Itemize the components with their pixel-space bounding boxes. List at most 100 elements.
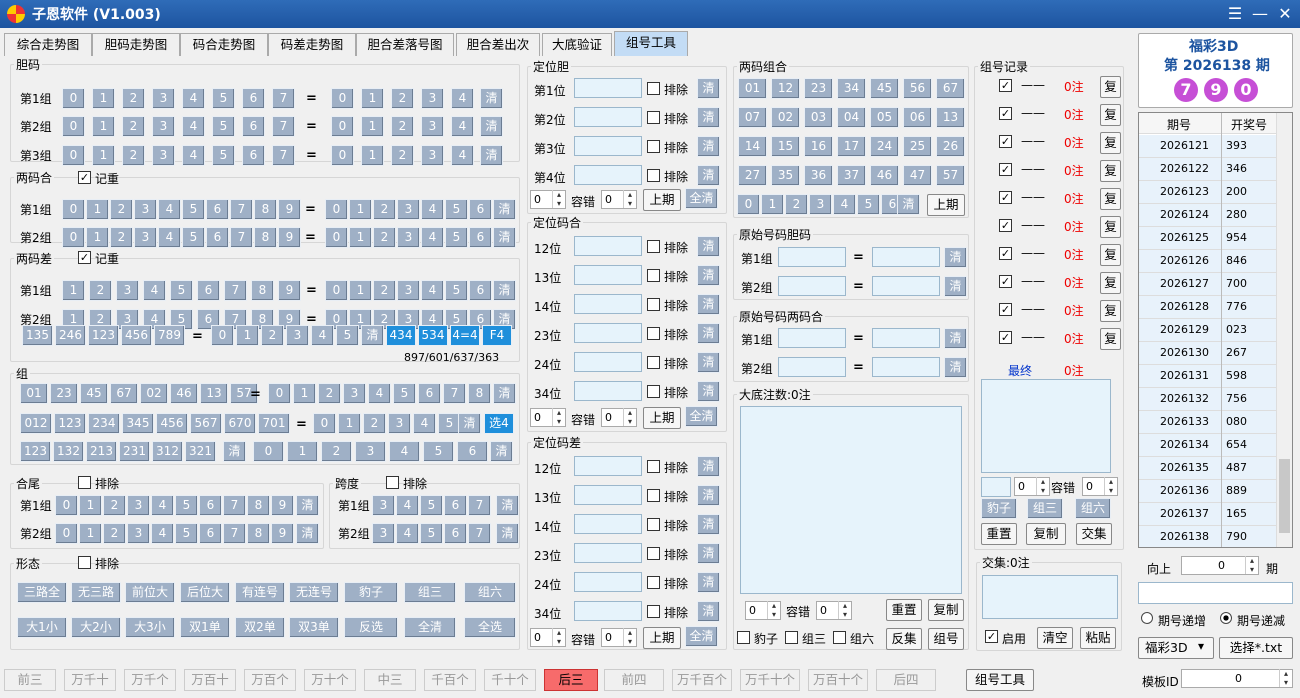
xt-button[interactable]: 大1小: [17, 617, 67, 638]
dm-digit-button[interactable]: 7: [272, 116, 295, 137]
lmzh-button[interactable]: 27: [738, 165, 767, 186]
lmzh-digit-button[interactable]: 3: [809, 194, 832, 215]
lmzh-button[interactable]: 34: [837, 78, 866, 99]
dwmh-clear-button[interactable]: 清: [697, 323, 720, 344]
hw-digit-button[interactable]: 3: [127, 523, 150, 544]
lmc-blue-button[interactable]: 534: [418, 325, 448, 346]
lmzh-button[interactable]: 47: [903, 165, 932, 186]
hw-digit-button[interactable]: 7: [223, 523, 246, 544]
record-checkbox[interactable]: ✓: [999, 135, 1012, 148]
dwmh-exclude-checkbox[interactable]: [647, 269, 660, 282]
zu-triple-button[interactable]: 701: [258, 413, 290, 434]
lmh-right-digit-button[interactable]: 6: [469, 227, 492, 248]
lmc-blue-button[interactable]: 4=4: [450, 325, 480, 346]
kd-clear-button[interactable]: 清: [496, 523, 519, 544]
inc-radio[interactable]: [1141, 612, 1153, 624]
dm-right-digit-button[interactable]: 3: [421, 145, 444, 166]
dwmh-exclude-checkbox[interactable]: [647, 327, 660, 340]
table-row[interactable]: 2026126 846: [1139, 250, 1276, 273]
lmh-digit-button[interactable]: 2: [110, 227, 133, 248]
dwmc-input[interactable]: [574, 456, 642, 476]
hw-digit-button[interactable]: 4: [151, 523, 174, 544]
dm-digit-button[interactable]: 5: [212, 116, 235, 137]
lmzh-button[interactable]: 37: [837, 165, 866, 186]
table-row[interactable]: 2026132 756: [1139, 388, 1276, 411]
record-reset-button[interactable]: 重置: [981, 523, 1017, 545]
zu-order-button[interactable]: 312: [152, 441, 183, 462]
lmh-digit-button[interactable]: 3: [134, 227, 157, 248]
lmzh-button[interactable]: 15: [771, 136, 800, 157]
yshmlmh-input-a[interactable]: [778, 357, 846, 377]
lmzh-prev-button[interactable]: 上期: [927, 194, 965, 216]
lmzh-button[interactable]: 35: [771, 165, 800, 186]
lmh-digit-button[interactable]: 7: [230, 199, 253, 220]
dm-right-digit-button[interactable]: 4: [451, 145, 474, 166]
position-button[interactable]: 后四: [876, 669, 936, 691]
lmc-digit-button[interactable]: 9: [278, 280, 301, 301]
lmzh-button[interactable]: 25: [903, 136, 932, 157]
lmzh-digit-button[interactable]: 1: [761, 194, 784, 215]
dm-right-digit-button[interactable]: 3: [421, 88, 444, 109]
record-copy-button[interactable]: 复: [1100, 300, 1121, 322]
record-checkbox[interactable]: ✓: [999, 107, 1012, 120]
zu-r3-digit-button[interactable]: 3: [355, 441, 386, 462]
dwmc-spin-right[interactable]: 0: [601, 628, 637, 647]
dm-digit-button[interactable]: 6: [242, 116, 265, 137]
lmzh-button[interactable]: 36: [804, 165, 833, 186]
tab-0[interactable]: 综合走势图: [4, 33, 92, 56]
lmzh-digit-button[interactable]: 0: [737, 194, 760, 215]
record-checkbox[interactable]: ✓: [999, 247, 1012, 260]
dwmc-exclude-checkbox[interactable]: [647, 576, 660, 589]
hw-digit-button[interactable]: 1: [79, 523, 102, 544]
lmc-row3-digit-button[interactable]: 0: [211, 325, 234, 346]
lmc-right-digit-button[interactable]: 5: [445, 280, 468, 301]
record-copy-button[interactable]: 复: [1100, 328, 1121, 350]
dm-digit-button[interactable]: 5: [212, 145, 235, 166]
lmh-digit-button[interactable]: 0: [62, 227, 85, 248]
dwmh-clear-button[interactable]: 清: [697, 236, 720, 257]
dwd-exclude-checkbox[interactable]: [647, 169, 660, 182]
lmh-digit-button[interactable]: 6: [206, 199, 229, 220]
lmzh-button[interactable]: 04: [837, 107, 866, 128]
dm-right-digit-button[interactable]: 1: [361, 116, 384, 137]
lmzh-button[interactable]: 17: [837, 136, 866, 157]
tab-7[interactable]: 组号工具: [614, 31, 688, 56]
lmzh-button[interactable]: 23: [804, 78, 833, 99]
lmc-combo-button[interactable]: 123: [88, 325, 119, 346]
dm-digit-button[interactable]: 1: [92, 88, 115, 109]
dm-digit-button[interactable]: 3: [152, 88, 175, 109]
xt-button[interactable]: 大3小: [125, 617, 175, 638]
zu-r3-clear-button-2[interactable]: 清: [490, 441, 513, 462]
dwmc-exclude-checkbox[interactable]: [647, 460, 660, 473]
lmh-clear-button[interactable]: 清: [493, 199, 516, 220]
position-button[interactable]: 万百十个: [808, 669, 868, 691]
zu-digit-button[interactable]: 3: [343, 383, 366, 404]
lmh-digit-button[interactable]: 9: [278, 227, 301, 248]
kd-digit-button[interactable]: 7: [468, 523, 491, 544]
record-checkbox[interactable]: ✓: [999, 275, 1012, 288]
xt-button[interactable]: 无连号: [289, 582, 339, 603]
position-button[interactable]: 万千个: [124, 669, 176, 691]
dm-clear-button[interactable]: 清: [480, 145, 503, 166]
table-row[interactable]: 2026124 280: [1139, 204, 1276, 227]
hw-clear-button[interactable]: 清: [296, 495, 319, 516]
record-copy-button[interactable]: 复: [1100, 244, 1121, 266]
zu-r3-digit-button[interactable]: 6: [457, 441, 488, 462]
dwd-input[interactable]: [574, 136, 642, 156]
hw-digit-button[interactable]: 3: [127, 495, 150, 516]
lmzh-button[interactable]: 46: [870, 165, 899, 186]
dm-digit-button[interactable]: 4: [182, 116, 205, 137]
zu-r3-digit-button[interactable]: 5: [423, 441, 454, 462]
record-copy-button[interactable]: 复: [1100, 188, 1121, 210]
lmzh-digit-button[interactable]: 2: [785, 194, 808, 215]
dwmc-input[interactable]: [574, 601, 642, 621]
xt-button[interactable]: 全清: [404, 617, 456, 638]
kd-digit-button[interactable]: 7: [468, 495, 491, 516]
hw-clear-button[interactable]: 清: [296, 523, 319, 544]
kd-digit-button[interactable]: 6: [444, 495, 467, 516]
hw-digit-button[interactable]: 2: [103, 523, 126, 544]
dadi-textarea[interactable]: [740, 406, 962, 594]
lmzh-button[interactable]: 13: [936, 107, 965, 128]
lmh-right-digit-button[interactable]: 2: [373, 199, 396, 220]
lmc-row3-clear-button[interactable]: 清: [361, 325, 384, 346]
